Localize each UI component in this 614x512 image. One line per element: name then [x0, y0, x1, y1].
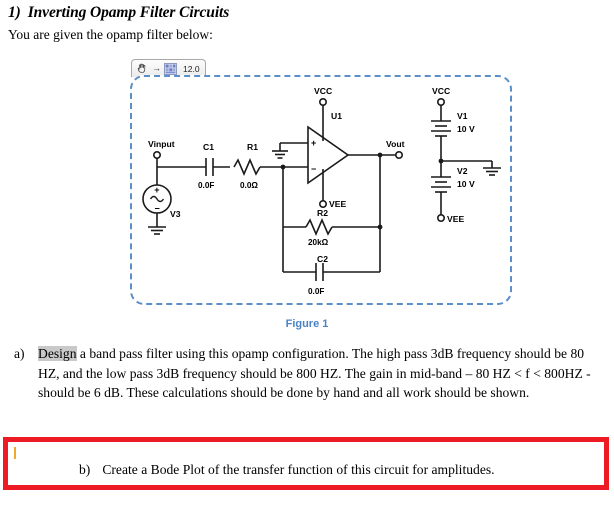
label-r2-ref: R2	[317, 208, 328, 218]
intro-text: You are given the opamp filter below:	[8, 27, 213, 42]
item-a-selected-word: Design	[38, 346, 77, 361]
page-title-text: Inverting Opamp Filter Circuits	[27, 4, 230, 21]
page-title: 1) Inverting Opamp Filter Circuits	[8, 4, 229, 22]
label-r1-ref: R1	[247, 142, 258, 152]
arrow-right-icon: →	[152, 63, 161, 73]
v3-minus-sign: −	[155, 204, 160, 214]
opamp-plus-sign: +	[311, 138, 316, 148]
label-vee-opamp: VEE	[329, 199, 346, 209]
opamp-symbol	[307, 125, 350, 185]
label-vcc-supply: VCC	[432, 86, 450, 96]
label-c2-value: 0.0F	[308, 287, 324, 296]
label-vinput: Vinput	[148, 139, 175, 149]
text-caret	[14, 447, 16, 459]
label-c1-value: 0.0F	[198, 181, 214, 190]
terminal-vee-opamp	[319, 200, 328, 209]
label-vee-supply: VEE	[447, 214, 464, 224]
item-a-body: Design a band pass filter using this opa…	[38, 344, 600, 403]
item-a-marker: a)	[14, 346, 25, 361]
label-v2-ref: V2	[457, 166, 468, 176]
terminal-vee-supply	[436, 214, 445, 223]
terminal-vcc-supply	[436, 97, 445, 106]
highlight-box-red: b) Create a Bode Plot of the transfer fun…	[3, 437, 609, 490]
terminal-vcc-opamp	[319, 97, 328, 106]
page-title-number: 1)	[8, 4, 21, 21]
question-item-a: a) Design a band pass filter using this …	[14, 344, 600, 403]
question-item-b: b) Create a Bode Plot of the transfer fun…	[79, 460, 495, 479]
item-b-marker: b)	[79, 462, 91, 477]
label-r1-value: 0.0Ω	[240, 181, 258, 190]
hand-icon[interactable]	[136, 62, 149, 75]
label-vcc-opamp: VCC	[314, 86, 332, 96]
label-v3: V3	[170, 209, 181, 219]
terminal-vinput	[152, 151, 161, 160]
label-u1: U1	[331, 111, 342, 121]
item-a-text: a band pass filter using this opamp conf…	[38, 346, 591, 400]
v3-plus-sign: +	[154, 185, 159, 195]
label-v1-value: 10 V	[457, 124, 475, 134]
figure-caption: Figure 1	[285, 318, 329, 330]
label-v1-ref: V1	[457, 111, 468, 121]
label-c2-ref: C2	[317, 254, 328, 264]
node-feedback-r2	[377, 224, 383, 230]
zoom-level-value: 12.0	[183, 63, 200, 74]
terminal-vout	[394, 151, 403, 160]
grid-icon[interactable]	[164, 62, 177, 75]
label-v2-value: 10 V	[457, 179, 475, 189]
label-vout: Vout	[386, 139, 405, 149]
opamp-minus-sign: −	[311, 164, 316, 174]
label-r2-value: 20kΩ	[308, 238, 329, 247]
label-c1-ref: C1	[203, 142, 214, 152]
item-b-text: Create a Bode Plot of the transfer funct…	[102, 462, 495, 477]
circuit-schematic: Vinput + − V3 C1 0.0F R1 0.0Ω + − U1 VCC…	[142, 86, 501, 296]
